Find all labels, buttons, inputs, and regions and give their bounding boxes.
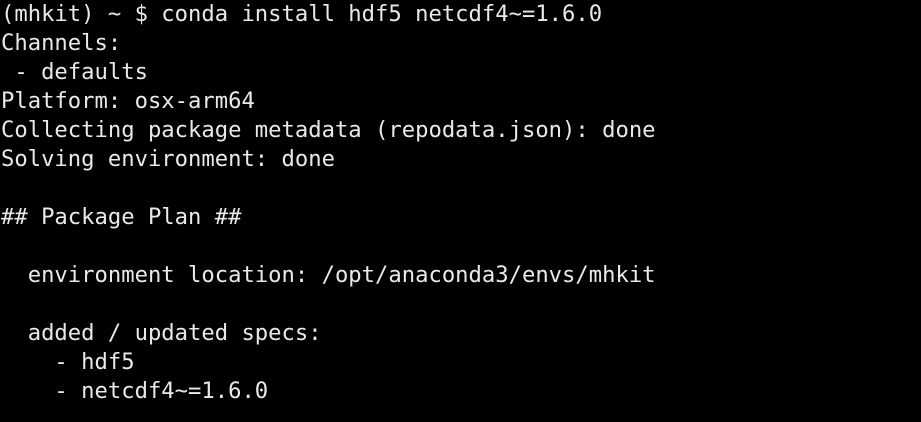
output-line-spec-hdf5: - hdf5	[1, 349, 135, 375]
output-line-channels: Channels:	[1, 30, 122, 56]
output-line-platform: Platform: osx-arm64	[1, 88, 255, 114]
output-line-package-plan: ## Package Plan ##	[1, 204, 242, 230]
output-line-environment-location: environment location: /opt/anaconda3/env…	[1, 262, 656, 288]
output-line-collecting: Collecting package metadata (repodata.js…	[1, 117, 656, 143]
command-prompt-line: (mhkit) ~ $ conda install hdf5 netcdf4~=…	[1, 1, 603, 27]
terminal-window[interactable]: (mhkit) ~ $ conda install hdf5 netcdf4~=…	[0, 0, 921, 422]
output-line-added-specs: added / updated specs:	[1, 320, 322, 346]
output-line-spec-netcdf4: - netcdf4~=1.6.0	[1, 378, 269, 404]
terminal-output: (mhkit) ~ $ conda install hdf5 netcdf4~=…	[1, 0, 656, 406]
output-line-solving: Solving environment: done	[1, 146, 335, 172]
output-line-defaults: - defaults	[1, 59, 148, 85]
